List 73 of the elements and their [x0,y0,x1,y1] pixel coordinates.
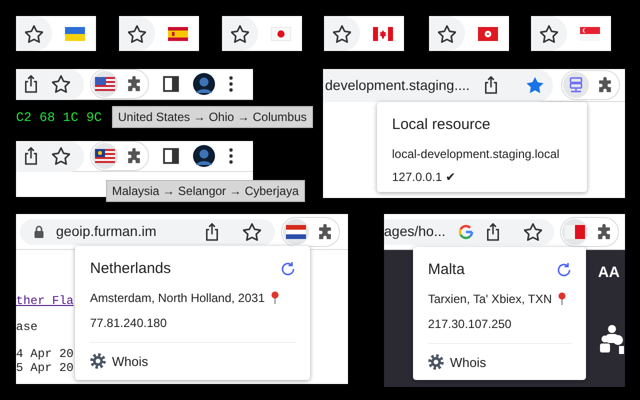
star-icon[interactable] [524,222,542,240]
star-icon[interactable] [128,24,146,42]
whois-link[interactable]: Whois [112,352,148,371]
location-text: Tarxien, Ta' Xbiex, TXN [428,290,552,308]
ip-text: 77.81.240.180 [90,314,296,342]
server-icon[interactable] [569,77,583,93]
puzzle-icon[interactable] [596,224,612,240]
page-heading: AA [598,263,620,283]
flag-icon [373,26,393,40]
more-menu-icon[interactable] [229,148,233,164]
flag-icon [168,26,188,40]
flag-button[interactable] [562,218,588,244]
whois-link[interactable]: Whois [450,352,486,372]
ip-text: 217.30.107.250 [428,314,572,344]
star-icon[interactable] [333,24,351,42]
flag-icon [95,149,115,163]
puzzle-icon[interactable] [126,148,142,164]
share-icon[interactable] [205,222,219,240]
gear-icon [90,353,106,370]
flag-icon [478,26,498,40]
refresh-icon[interactable] [280,261,296,278]
star-icon[interactable] [540,24,558,42]
page-text: 4 Apr 20 [16,347,74,361]
star-icon[interactable] [231,24,249,42]
page-text: 5 Apr 20 [16,361,74,375]
country-title: Malta [428,260,465,280]
country-title: Netherlands [90,259,171,279]
star-icon[interactable] [438,24,456,42]
server-button[interactable] [563,72,589,98]
ip-text: 127.0.0.1 ✔ [392,168,456,186]
url-text: development.staging.... [325,76,470,95]
google-icon[interactable] [458,224,474,240]
avatar-icon[interactable] [193,145,215,167]
star-icon[interactable] [52,147,70,165]
location-tooltip: United States → Ohio → Columbus [112,106,313,128]
flag-button[interactable] [92,143,118,169]
map-pin-icon [558,292,566,305]
puzzle-icon[interactable] [597,77,613,93]
terminal-text: C2 68 1C 9C [16,109,102,127]
flag-icon [565,224,585,238]
page-link[interactable]: ther Fla [16,294,74,308]
share-icon[interactable] [484,76,498,94]
page-text: ase [16,320,38,334]
flag-icon [95,77,115,91]
location-text: Amsterdam, North Holland, 2031 [90,290,265,306]
url-text: geoip.furman.im [56,222,156,241]
avatar-icon[interactable] [193,73,215,95]
filled-star-icon[interactable] [526,76,544,94]
star-icon[interactable] [25,24,43,42]
location-tooltip: Malaysia → Selangor → Cyberjaya [106,180,305,202]
share-icon[interactable] [486,222,500,240]
map-pin-icon [270,291,279,304]
people-icon [600,324,624,354]
flag-button[interactable] [92,71,118,97]
flag-button[interactable] [283,218,309,244]
flag-icon [286,224,306,238]
flag-icon [65,26,85,40]
sidebar-icon[interactable] [163,148,179,164]
star-icon[interactable] [243,222,261,240]
share-icon[interactable] [24,147,38,165]
puzzle-icon[interactable] [126,76,142,92]
flag-icon [271,26,291,40]
more-menu-icon[interactable] [229,76,233,92]
popup-title: Local resource [392,115,492,135]
host-text: local-development.staging.local [392,146,560,162]
gear-icon [428,354,444,370]
sidebar-icon[interactable] [163,76,179,92]
star-icon[interactable] [52,75,70,93]
flag-icon [580,26,600,40]
refresh-icon[interactable] [556,262,572,278]
url-text: ages/ho... [384,222,446,241]
puzzle-icon[interactable] [317,224,333,240]
share-icon[interactable] [24,75,38,93]
